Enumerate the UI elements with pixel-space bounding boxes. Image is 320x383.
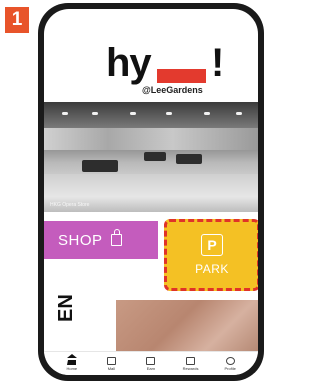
logo-text-right: ! <box>211 41 225 85</box>
shop-label: SHOP <box>58 231 103 249</box>
hero-caption: HKG Opera Store <box>50 202 90 208</box>
ceiling-light <box>92 112 98 115</box>
hero-wall <box>44 128 258 150</box>
home-icon <box>67 353 78 365</box>
nav-item-home[interactable]: Home <box>57 353 87 371</box>
nav-item-earn[interactable]: Earn <box>136 356 166 371</box>
page: 1 hy ! @LeeGardens HKG Opera Store SHOP … <box>0 0 267 383</box>
bottom-nav: Home Mall Earn Rewards Profile <box>44 351 258 375</box>
logo-red-bar <box>157 69 206 83</box>
shopping-bag-icon <box>110 229 122 246</box>
nav-label: Profile <box>224 365 236 371</box>
hero-sofa <box>144 152 166 161</box>
step-badge: 1 <box>5 7 29 33</box>
language-toggle[interactable]: EN <box>55 294 77 322</box>
park-button[interactable]: P PARK <box>164 219 258 291</box>
nav-label: Home <box>66 365 78 371</box>
phone-frame: hy ! @LeeGardens HKG Opera Store SHOP P … <box>38 3 264 381</box>
mall-icon <box>106 356 116 365</box>
hero-banner[interactable]: HKG Opera Store <box>44 102 258 212</box>
ceiling-light <box>62 112 68 115</box>
park-label: PARK <box>195 262 229 276</box>
nav-item-profile[interactable]: Profile <box>215 356 245 371</box>
hero-sofa <box>176 154 202 164</box>
nav-item-mall[interactable]: Mall <box>96 356 126 371</box>
parking-icon: P <box>201 234 223 256</box>
hero-ceiling <box>44 102 258 128</box>
nav-label: Earn <box>146 365 156 371</box>
ceiling-light <box>204 112 210 115</box>
nav-label: Rewards <box>182 365 199 371</box>
rewards-icon <box>186 356 196 365</box>
earn-icon <box>146 356 156 365</box>
nav-label: Mall <box>107 365 116 371</box>
ceiling-light <box>166 112 172 115</box>
nav-item-rewards[interactable]: Rewards <box>176 356 206 371</box>
ceiling-light <box>130 112 136 115</box>
hero-sofa <box>82 160 118 172</box>
profile-icon <box>225 356 235 365</box>
brand-logo: hy ! @LeeGardens <box>44 43 258 95</box>
logo-subtitle: @LeeGardens <box>142 85 203 95</box>
logo-text-left: hy <box>106 41 152 85</box>
app-screen: hy ! @LeeGardens HKG Opera Store SHOP P … <box>44 9 258 375</box>
shop-button[interactable]: SHOP <box>44 221 158 259</box>
ceiling-light <box>236 112 242 115</box>
